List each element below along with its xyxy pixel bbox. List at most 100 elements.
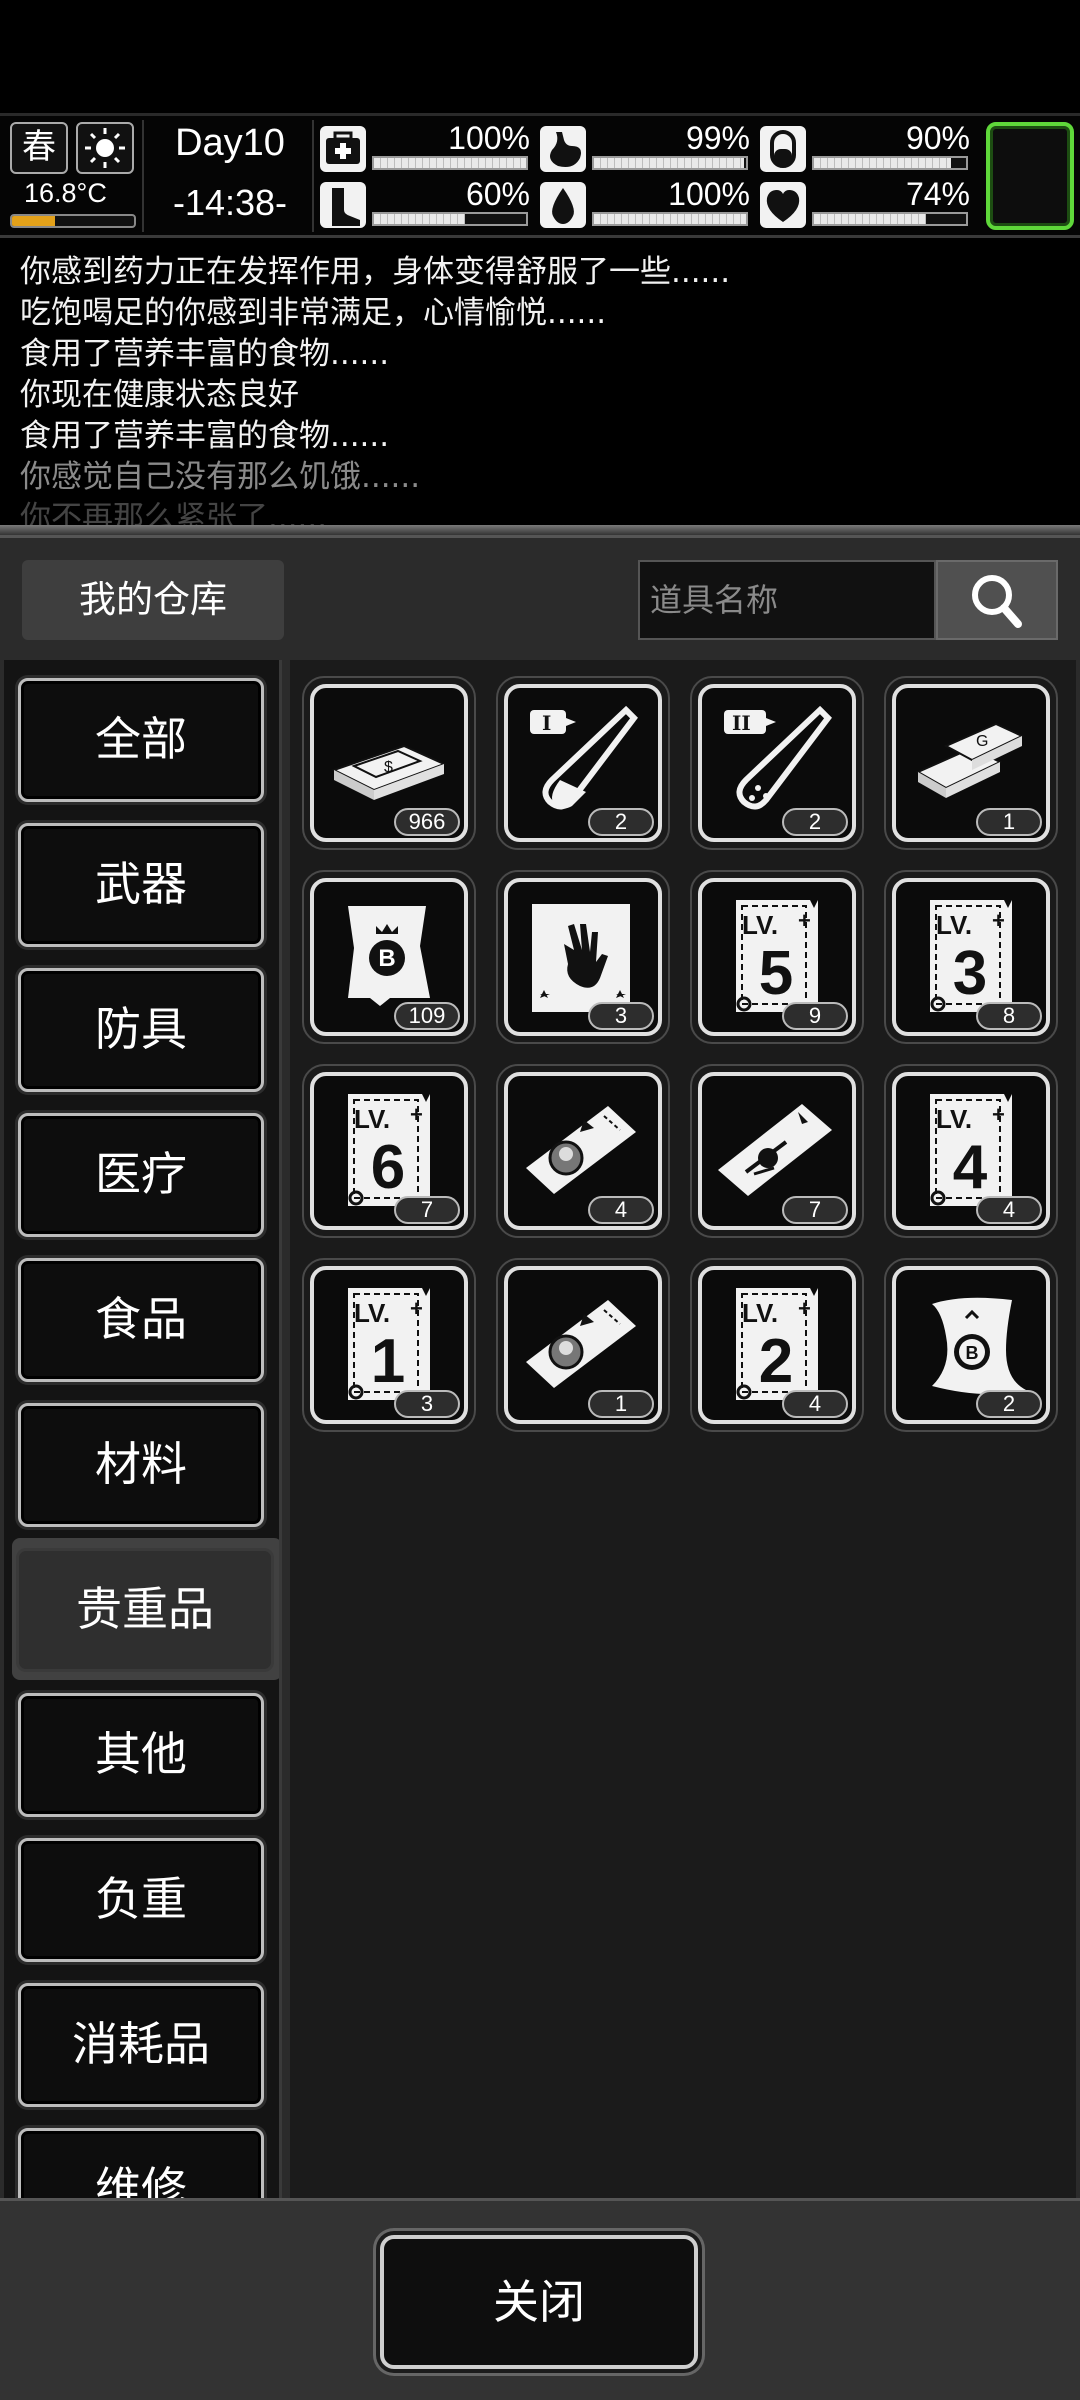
panel-title: 我的仓库 bbox=[22, 560, 284, 640]
status-hud: 春 16.8°C Day10 -14:38- 100% 99% 90% 60% 100%… bbox=[0, 113, 1080, 238]
clock: -14:38- bbox=[172, 182, 288, 223]
stat-bar bbox=[372, 212, 528, 226]
stat-value: 100% bbox=[668, 176, 750, 212]
stomach-icon bbox=[540, 126, 586, 172]
item-count: 7 bbox=[394, 1196, 460, 1224]
item-slot[interactable]: B2 bbox=[884, 1258, 1058, 1432]
stat-thirst: 100% bbox=[540, 176, 750, 234]
item-count: 4 bbox=[588, 1196, 654, 1224]
stat-medicine: 90% bbox=[760, 120, 970, 178]
category-tab[interactable]: 食品 bbox=[18, 1258, 264, 1382]
item-count: 8 bbox=[976, 1002, 1042, 1030]
stat-bar bbox=[592, 212, 748, 226]
item-slot[interactable]: LV. +3 8 bbox=[884, 870, 1058, 1044]
item-count: 9 bbox=[782, 1002, 848, 1030]
item-grid: $966 I 2 II 2 G 1 B 109 3 LV. +5 9 LV. +3 8 LV. +6 7 4 7 LV. +… bbox=[290, 660, 1076, 2198]
svg-text:$: $ bbox=[384, 759, 393, 776]
svg-text:+: + bbox=[410, 1296, 423, 1321]
pill-icon bbox=[760, 126, 806, 172]
stat-value: 99% bbox=[685, 120, 750, 156]
log-line: 你不再那么紧张了...... bbox=[20, 500, 328, 525]
sun-icon bbox=[76, 122, 134, 174]
svg-text:LV.: LV. bbox=[742, 910, 778, 940]
item-count: 1 bbox=[588, 1390, 654, 1418]
svg-text:I: I bbox=[542, 711, 551, 735]
category-tab[interactable]: 材料 bbox=[18, 1403, 264, 1527]
map-button[interactable] bbox=[986, 122, 1074, 230]
item-slot[interactable]: LV. +6 7 bbox=[302, 1064, 476, 1238]
item-slot[interactable]: LV. +4 4 bbox=[884, 1064, 1058, 1238]
svg-text:+: + bbox=[798, 908, 811, 933]
category-tab[interactable]: 维修 bbox=[18, 2128, 264, 2198]
footer-bar: 关闭 bbox=[0, 2198, 1080, 2400]
stat-value: 74% bbox=[905, 176, 970, 212]
stat-value: 100% bbox=[448, 120, 530, 156]
item-slot[interactable]: G1 bbox=[884, 676, 1058, 850]
item-count: 3 bbox=[588, 1002, 654, 1030]
svg-text:5: 5 bbox=[759, 939, 793, 1008]
svg-text:LV.: LV. bbox=[936, 910, 972, 940]
log-line: 食用了营养丰富的食物...... bbox=[20, 336, 390, 372]
svg-text:LV.: LV. bbox=[354, 1104, 390, 1134]
svg-text:+: + bbox=[410, 1102, 423, 1127]
item-count: 4 bbox=[976, 1196, 1042, 1224]
item-count: 2 bbox=[976, 1390, 1042, 1418]
svg-text:LV.: LV. bbox=[936, 1104, 972, 1134]
item-slot[interactable]: 3 bbox=[496, 870, 670, 1044]
svg-text:LV.: LV. bbox=[354, 1298, 390, 1328]
category-tab[interactable]: 贵重品 bbox=[16, 1548, 274, 1672]
category-tab[interactable]: 武器 bbox=[18, 823, 264, 947]
item-slot[interactable]: $966 bbox=[302, 676, 476, 850]
log-line: 你现在健康状态良好 bbox=[20, 377, 299, 413]
log-line: 食用了营养丰富的食物...... bbox=[20, 418, 390, 454]
message-log[interactable]: 你感到药力正在发挥作用，身体变得舒服了一些...... 吃饱喝足的你感到非常满足，… bbox=[0, 240, 1080, 525]
svg-text:G: G bbox=[976, 733, 988, 750]
category-tab[interactable]: 全部 bbox=[18, 678, 264, 802]
category-tab[interactable]: 负重 bbox=[18, 1838, 264, 1962]
category-tab[interactable]: 医疗 bbox=[18, 1113, 264, 1237]
svg-text:+: + bbox=[992, 1102, 1005, 1127]
log-line: 你感觉自己没有那么饥饿...... bbox=[20, 459, 421, 495]
stat-bar bbox=[812, 156, 968, 170]
category-tab[interactable]: 其他 bbox=[18, 1693, 264, 1817]
category-sidebar[interactable]: 全部武器防具医疗食品材料贵重品其他负重消耗品维修 bbox=[4, 660, 282, 2198]
item-slot[interactable]: LV. +2 4 bbox=[690, 1258, 864, 1432]
stat-hunger: 99% bbox=[540, 120, 750, 178]
item-slot[interactable]: 7 bbox=[690, 1064, 864, 1238]
stat-health: 100% bbox=[320, 120, 530, 178]
item-slot[interactable]: 4 bbox=[496, 1064, 670, 1238]
svg-text:2: 2 bbox=[759, 1327, 793, 1396]
stat-value: 90% bbox=[905, 120, 970, 156]
item-count: 4 bbox=[782, 1390, 848, 1418]
svg-text:LV.: LV. bbox=[742, 1298, 778, 1328]
item-slot[interactable]: LV. +1 3 bbox=[302, 1258, 476, 1432]
item-slot[interactable]: II 2 bbox=[690, 676, 864, 850]
item-count: 109 bbox=[394, 1002, 460, 1030]
temperature-readout: 16.8°C bbox=[24, 178, 107, 208]
svg-text:6: 6 bbox=[371, 1133, 405, 1202]
search-icon bbox=[972, 575, 1022, 628]
item-count: 966 bbox=[394, 808, 460, 836]
item-slot[interactable]: LV. +5 9 bbox=[690, 870, 864, 1044]
search-button[interactable] bbox=[936, 560, 1058, 640]
item-slot[interactable]: B 109 bbox=[302, 870, 476, 1044]
stat-mood: 74% bbox=[760, 176, 970, 234]
close-button[interactable]: 关闭 bbox=[380, 2235, 698, 2369]
log-line: 吃饱喝足的你感到非常满足，心情愉悦...... bbox=[20, 295, 607, 331]
stat-value: 60% bbox=[465, 176, 530, 212]
search-input[interactable] bbox=[638, 560, 936, 640]
item-count: 3 bbox=[394, 1390, 460, 1418]
item-slot[interactable]: 1 bbox=[496, 1258, 670, 1432]
stat-bar bbox=[812, 212, 968, 226]
stat-bar bbox=[592, 156, 748, 170]
svg-text:1: 1 bbox=[371, 1327, 405, 1396]
category-tab[interactable]: 防具 bbox=[18, 968, 264, 1092]
svg-text:+: + bbox=[992, 908, 1005, 933]
item-slot[interactable]: I2 bbox=[496, 676, 670, 850]
svg-text:B: B bbox=[966, 1343, 979, 1363]
warehouse-panel: 我的仓库 全部武器防具医疗食品材料贵重品其他负重消耗品维修 $966I2II2G… bbox=[0, 535, 1080, 2400]
season-indicator: 春 bbox=[10, 122, 68, 174]
stat-stamina: 60% bbox=[320, 176, 530, 234]
category-tab[interactable]: 消耗品 bbox=[18, 1983, 264, 2107]
svg-text:4: 4 bbox=[953, 1133, 988, 1202]
